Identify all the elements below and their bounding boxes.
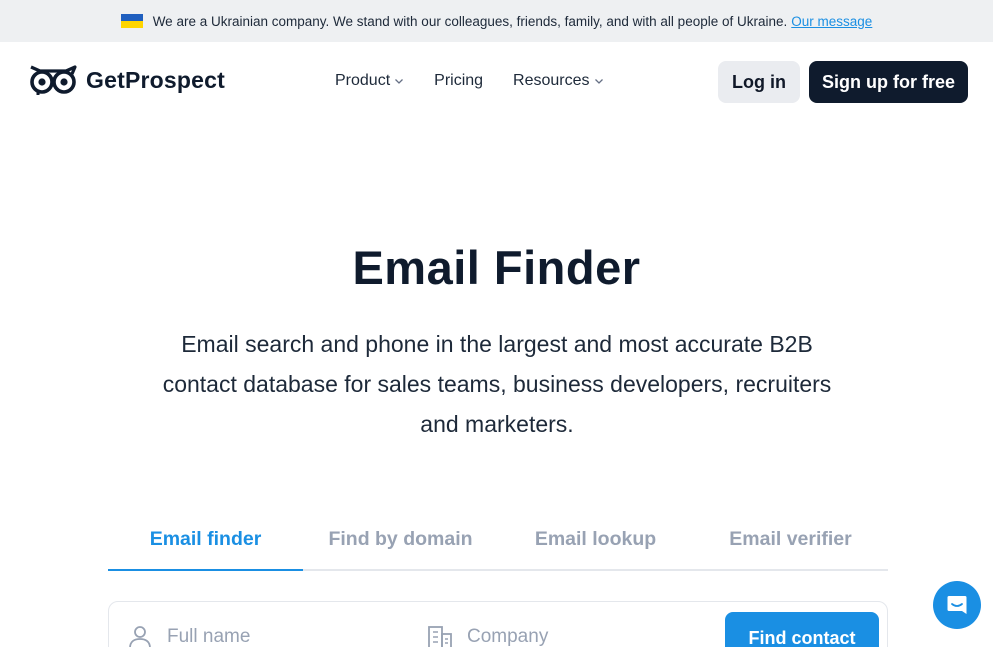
email-finder-form: Find contact [108, 601, 888, 647]
signup-button[interactable]: Sign up for free [809, 61, 968, 103]
building-icon [428, 626, 452, 647]
login-button[interactable]: Log in [718, 61, 800, 103]
user-icon [129, 626, 151, 647]
chevron-down-icon [395, 79, 404, 84]
tab-email-verifier[interactable]: Email verifier [693, 518, 888, 569]
tool-tabs: Email finder Find by domain Email lookup… [108, 518, 888, 571]
owl-logo-icon [30, 65, 77, 95]
nav-resources-label: Resources [513, 72, 590, 89]
full-name-input[interactable] [167, 626, 387, 647]
company-field [427, 624, 687, 647]
main-nav: Product Pricing Resources [335, 72, 604, 90]
tab-find-by-domain[interactable]: Find by domain [303, 518, 498, 569]
nav-resources[interactable]: Resources [513, 72, 603, 90]
tab-email-lookup[interactable]: Email lookup [498, 518, 693, 569]
page-subtitle: Email search and phone in the largest an… [162, 331, 832, 437]
tab-email-finder[interactable]: Email finder [108, 518, 303, 571]
nav-product[interactable]: Product [335, 72, 404, 90]
logo[interactable]: GetProspect [28, 64, 225, 96]
our-message-link[interactable]: Our message [791, 14, 872, 29]
full-name-field [127, 624, 387, 647]
chat-widget-button[interactable] [933, 581, 981, 629]
nav-product-label: Product [335, 72, 391, 89]
page-title: Email Finder [352, 241, 641, 294]
company-input[interactable] [467, 626, 687, 647]
banner-text: We are a Ukrainian company. We stand wit… [152, 13, 788, 29]
chat-icon [947, 596, 967, 614]
chevron-down-icon [594, 79, 603, 84]
site-header: GetProspect Product Pricing Resources Lo… [0, 42, 993, 122]
ukraine-flag-icon [120, 14, 143, 28]
ukraine-banner: We are a Ukrainian company. We stand wit… [0, 0, 993, 42]
nav-pricing[interactable]: Pricing [434, 72, 483, 90]
nav-pricing-label: Pricing [434, 72, 484, 89]
brand-name: GetProspect [86, 66, 225, 93]
find-contact-button[interactable]: Find contact [725, 612, 879, 647]
